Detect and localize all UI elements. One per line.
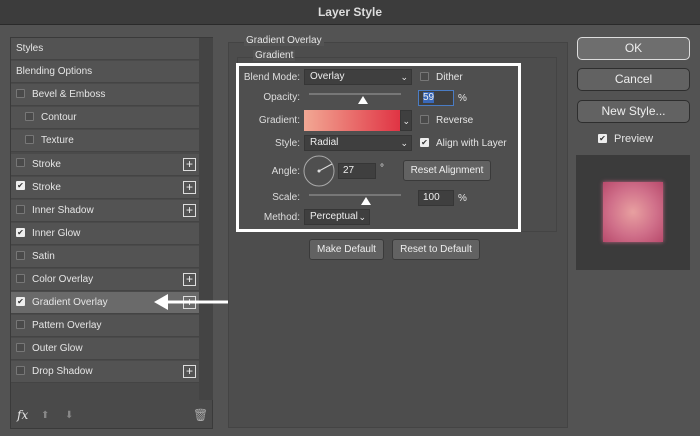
checkbox[interactable]: [16, 204, 25, 214]
style-label: Style:: [274, 138, 300, 149]
new-style-button[interactable]: New Style...: [577, 100, 690, 123]
scale-unit: %: [458, 193, 467, 204]
blend-mode-select[interactable]: Overlay ⌄: [304, 69, 412, 85]
sidebar-item-label: Texture: [41, 135, 74, 147]
sidebar-item-label: Stroke: [32, 181, 61, 193]
fx-button[interactable]: fx: [17, 408, 28, 422]
preview-thumbnail: [603, 182, 663, 242]
sidebar-item[interactable]: Bevel & Emboss: [11, 84, 199, 107]
style-select[interactable]: Radial ⌄: [304, 135, 412, 151]
checkbox[interactable]: ✔: [16, 181, 25, 191]
sidebar-item-label: Contour: [41, 112, 77, 124]
sidebar-item-label: Satin: [32, 250, 55, 262]
sidebar-item[interactable]: Drop Shadow +: [11, 361, 199, 384]
scale-label: Scale:: [272, 192, 300, 203]
sidebar-item[interactable]: Satin: [11, 245, 199, 268]
sidebar-item[interactable]: Color Overlay +: [11, 269, 199, 291]
sidebar-item[interactable]: Contour: [11, 107, 199, 130]
move-up-icon[interactable]: ⬆: [41, 410, 49, 421]
scale-slider[interactable]: [309, 194, 401, 196]
sidebar-item[interactable]: Styles: [11, 38, 199, 60]
add-icon[interactable]: +: [183, 180, 196, 194]
blend-mode-label: Blend Mode:: [243, 72, 300, 83]
gradient-dropdown[interactable]: ⌄: [400, 110, 412, 131]
sidebar-item[interactable]: ✔ Stroke +: [11, 176, 199, 199]
angle-label: Angle:: [271, 166, 300, 177]
sidebar-item-label: Blending Options: [16, 66, 93, 78]
add-icon[interactable]: +: [183, 157, 196, 171]
opacity-slider[interactable]: [309, 93, 401, 95]
cancel-button[interactable]: Cancel: [577, 68, 690, 91]
sidebar-item-label: Color Overlay: [32, 274, 94, 285]
sidebar-item[interactable]: Blending Options: [11, 61, 199, 84]
reset-to-default-button[interactable]: Reset to Default: [392, 239, 480, 260]
add-icon[interactable]: +: [183, 273, 196, 286]
gradient-swatch[interactable]: [304, 110, 400, 131]
gradient-label: Gradient:: [258, 115, 300, 126]
opacity-label: Opacity:: [263, 92, 300, 103]
styles-list: Styles Blending Options Bevel & Emboss Cont…: [10, 37, 213, 429]
sidebar-item-label: Inner Shadow: [32, 204, 94, 216]
sidebar-item-label: Drop Shadow: [32, 366, 93, 378]
opacity-unit: %: [458, 93, 467, 104]
checkbox[interactable]: [16, 320, 25, 330]
scrollbar[interactable]: [199, 38, 213, 400]
sidebar-item-label: Pattern Overlay: [32, 320, 102, 332]
sidebar-item-label: Styles: [16, 43, 44, 54]
arrow-annotation: [154, 294, 232, 310]
add-icon[interactable]: +: [183, 203, 196, 217]
align-with-layer-checkbox[interactable]: ✔ Align with Layer: [420, 137, 507, 149]
angle-unit: °: [380, 163, 384, 174]
add-icon[interactable]: +: [183, 365, 196, 379]
checkbox[interactable]: [16, 343, 25, 353]
opacity-slider-thumb[interactable]: [358, 96, 368, 104]
sidebar-item-label: Stroke: [32, 158, 61, 170]
sidebar-item-label: Inner Glow: [32, 227, 81, 239]
checkbox[interactable]: [25, 112, 34, 122]
preview-area: [576, 155, 690, 270]
ok-button[interactable]: OK: [577, 37, 690, 60]
scale-slider-thumb[interactable]: [361, 197, 371, 205]
reverse-checkbox[interactable]: Reverse: [420, 114, 473, 126]
move-down-icon[interactable]: ⬇: [65, 410, 73, 421]
sidebar-item-label: Gradient Overlay: [32, 297, 108, 309]
method-label: Method:: [263, 212, 300, 223]
checkbox[interactable]: [25, 135, 34, 145]
opacity-input[interactable]: 59: [418, 90, 454, 106]
checkbox[interactable]: ✔: [16, 227, 25, 237]
make-default-button[interactable]: Make Default: [309, 239, 384, 260]
angle-input[interactable]: 27: [338, 163, 376, 179]
checkbox[interactable]: [16, 89, 25, 99]
checkbox[interactable]: ✔: [16, 296, 25, 306]
checkbox[interactable]: [16, 366, 25, 376]
trash-icon[interactable]: 🗑: [193, 408, 208, 422]
angle-dial[interactable]: [302, 154, 336, 188]
scale-input[interactable]: 100: [418, 190, 454, 206]
sidebar-item[interactable]: Texture: [11, 130, 199, 153]
reset-alignment-button[interactable]: Reset Alignment: [403, 160, 491, 181]
sidebar-item[interactable]: Pattern Overlay: [11, 315, 199, 338]
sidebar-item[interactable]: ✔ Inner Glow: [11, 222, 199, 245]
sidebar-item[interactable]: Inner Shadow +: [11, 199, 199, 222]
group-title: Gradient: [253, 50, 296, 61]
section-title: Gradient Overlay: [244, 35, 324, 46]
method-select[interactable]: Perceptual ⌄: [304, 209, 370, 225]
checkbox[interactable]: [16, 158, 25, 168]
sidebar-item-label: Outer Glow: [32, 343, 83, 355]
window-title: Layer Style: [0, 0, 700, 25]
dither-checkbox[interactable]: Dither: [420, 71, 463, 83]
sidebar-item[interactable]: Stroke +: [11, 153, 199, 176]
sidebar-item-label: Bevel & Emboss: [32, 89, 106, 101]
preview-checkbox[interactable]: ✔ Preview: [598, 133, 653, 145]
checkbox[interactable]: [16, 250, 25, 260]
checkbox[interactable]: [16, 273, 25, 283]
sidebar-item[interactable]: Outer Glow: [11, 338, 199, 361]
